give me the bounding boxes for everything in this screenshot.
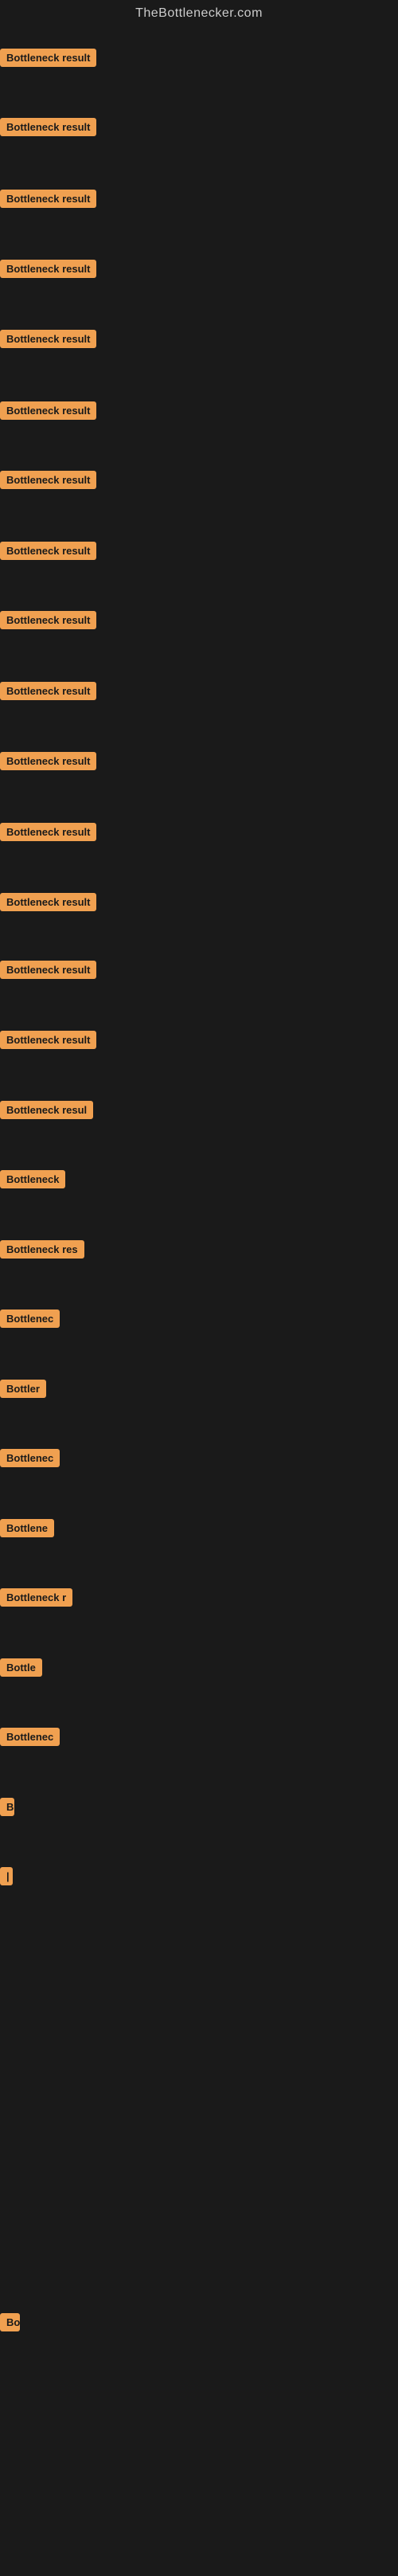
bottleneck-result-item[interactable]: Bottleneck res: [0, 1240, 84, 1263]
bottleneck-badge: Bottleneck result: [0, 190, 96, 208]
bottleneck-result-item[interactable]: Bottlenec: [0, 1310, 60, 1332]
bottleneck-badge: Bottleneck result: [0, 961, 96, 979]
bottleneck-result-item[interactable]: Bottleneck result: [0, 961, 96, 983]
bottleneck-result-item[interactable]: Bottleneck r: [0, 1588, 72, 1611]
bottleneck-badge: B: [0, 1798, 14, 1816]
bottleneck-result-item[interactable]: Bottler: [0, 1380, 46, 1402]
bottleneck-result-item[interactable]: |: [0, 1867, 13, 1889]
bottleneck-badge: Bottleneck result: [0, 330, 96, 348]
bottleneck-badge: Bottleneck: [0, 1170, 65, 1188]
bottleneck-badge: Bottleneck result: [0, 823, 96, 841]
bottleneck-result-item[interactable]: Bottleneck result: [0, 752, 96, 774]
bottleneck-badge: Bottleneck result: [0, 260, 96, 278]
bottleneck-badge: Bottlenec: [0, 1728, 60, 1746]
bottleneck-badge: Bottleneck result: [0, 542, 96, 560]
bottleneck-result-item[interactable]: B: [0, 1798, 14, 1820]
bottleneck-badge: Bottleneck res: [0, 1240, 84, 1259]
bottleneck-result-item[interactable]: Bottleneck result: [0, 1031, 96, 1053]
bottleneck-badge: Bottleneck r: [0, 1588, 72, 1607]
bottleneck-result-item[interactable]: Bottleneck result: [0, 611, 96, 633]
bottleneck-result-item[interactable]: Bottleneck result: [0, 682, 96, 704]
bottleneck-result-item[interactable]: Bottleneck result: [0, 401, 96, 424]
bottleneck-result-item[interactable]: Bottleneck result: [0, 118, 96, 140]
bottleneck-badge: Bottleneck result: [0, 118, 96, 136]
bottleneck-badge: Bottleneck result: [0, 471, 96, 489]
bottleneck-badge: Bottleneck resul: [0, 1101, 93, 1119]
bottleneck-result-item[interactable]: Bottleneck: [0, 1170, 65, 1192]
bottleneck-badge: Bottleneck result: [0, 49, 96, 67]
bottleneck-result-item[interactable]: Bottleneck result: [0, 260, 96, 282]
bottleneck-result-item[interactable]: Bottleneck result: [0, 471, 96, 493]
bottleneck-badge: Bottleneck result: [0, 401, 96, 420]
site-title: TheBottlenecker.com: [0, 0, 398, 27]
bottleneck-result-item[interactable]: Bottle: [0, 1658, 42, 1681]
bottleneck-result-item[interactable]: Bottleneck result: [0, 190, 96, 212]
bottleneck-badge: Bottleneck result: [0, 682, 96, 700]
bottleneck-badge: Bottlenec: [0, 1310, 60, 1328]
bottleneck-badge: Bottleneck result: [0, 893, 96, 911]
bottleneck-badge: Bottleneck result: [0, 1031, 96, 1049]
bottleneck-badge: Bottlene: [0, 1519, 54, 1537]
bottleneck-result-item[interactable]: Bottleneck resul: [0, 1101, 93, 1123]
bottleneck-result-item[interactable]: Bottlenec: [0, 1728, 60, 1750]
bottleneck-result-item[interactable]: Bo: [0, 2313, 20, 2335]
bottleneck-result-item[interactable]: Bottleneck result: [0, 49, 96, 71]
bottleneck-badge: Bottlenec: [0, 1449, 60, 1467]
bottleneck-result-item[interactable]: Bottlenec: [0, 1449, 60, 1471]
bottleneck-badge: Bottleneck result: [0, 752, 96, 770]
bottleneck-result-item[interactable]: Bottleneck result: [0, 893, 96, 915]
bottleneck-badge: Bo: [0, 2313, 20, 2331]
bottleneck-result-item[interactable]: Bottleneck result: [0, 330, 96, 352]
bottleneck-result-item[interactable]: Bottleneck result: [0, 542, 96, 564]
bottleneck-result-item[interactable]: Bottleneck result: [0, 823, 96, 845]
bottleneck-badge: Bottleneck result: [0, 611, 96, 629]
bottleneck-badge: Bottle: [0, 1658, 42, 1677]
bottleneck-badge: |: [0, 1867, 13, 1885]
bottleneck-badge: Bottler: [0, 1380, 46, 1398]
bottleneck-result-item[interactable]: Bottlene: [0, 1519, 54, 1541]
